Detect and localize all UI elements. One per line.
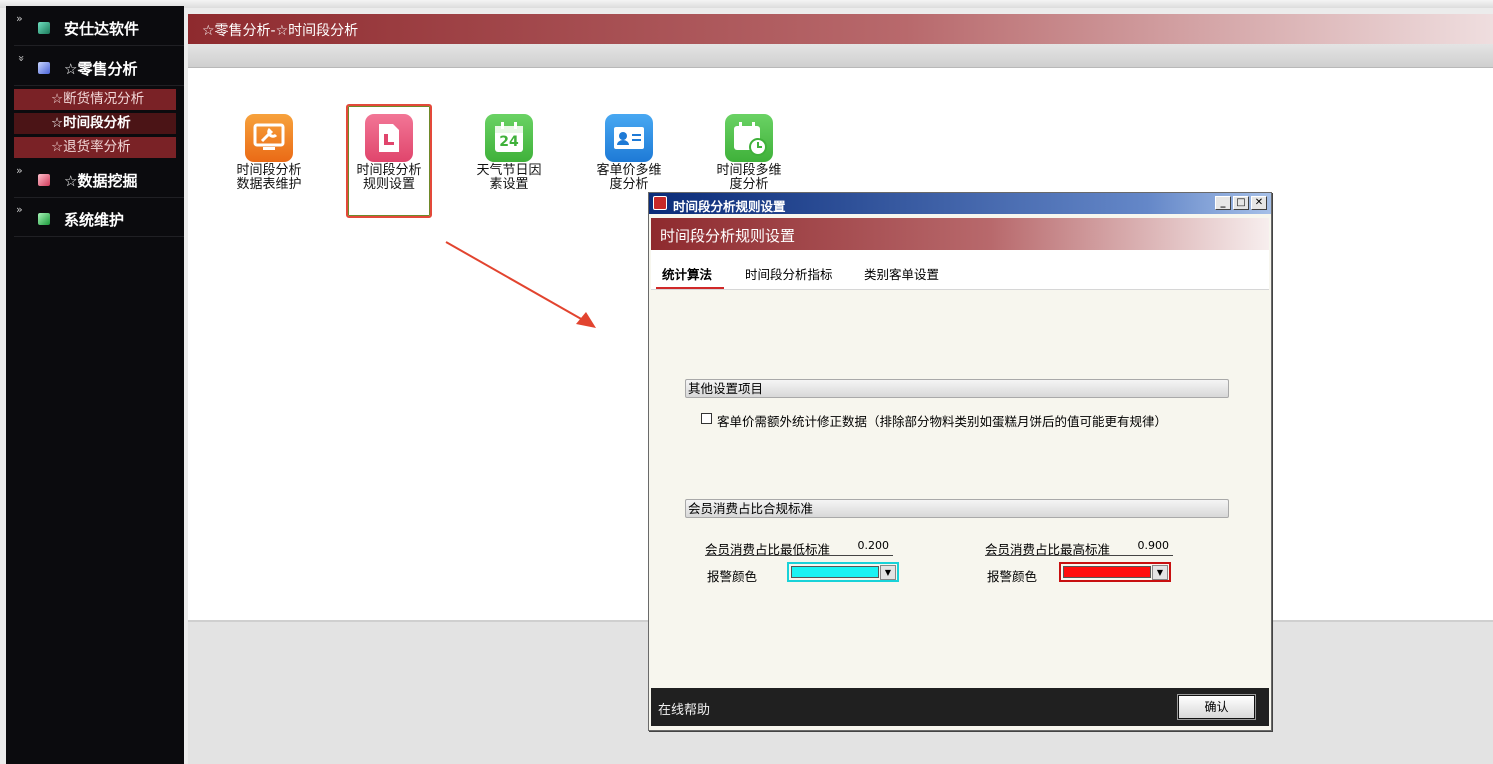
chevron-down-icon: » (14, 55, 28, 62)
launcher-weather-holiday-factors[interactable]: 24 天气节日因 素设置 (464, 114, 554, 192)
sidebar-item-data-mining[interactable]: » ☆数据挖掘 (14, 160, 184, 198)
chevron-icon: » (16, 203, 23, 216)
id-card-icon (605, 114, 653, 162)
launcher-caption: 素设置 (489, 177, 529, 192)
launcher-caption: 度分析 (729, 177, 769, 192)
launcher-unit-price-multidim[interactable]: 客单价多维 度分析 (584, 114, 674, 192)
top-strip (0, 0, 1493, 8)
sidebar-item-system-maintenance[interactable]: » 系统维护 (14, 199, 184, 237)
min-ratio-value[interactable]: 0.200 (849, 539, 890, 552)
chevron-down-icon[interactable]: ▼ (1152, 565, 1168, 580)
chevron-icon: » (16, 12, 23, 25)
app-logo-icon (653, 196, 667, 210)
toolbar-strip (188, 44, 1493, 68)
dialog-heading: 时间段分析规则设置 (660, 227, 796, 245)
sidebar-item-label: 系统维护 (64, 211, 125, 229)
module-icon (38, 213, 50, 225)
sidebar: » 安仕达软件 » ☆零售分析 ☆断货情况分析 ☆时间段分析 ☆退货率分析 » … (6, 6, 184, 764)
launcher-caption: 时间段多维 (716, 163, 782, 178)
close-button[interactable]: ✕ (1251, 196, 1267, 210)
correction-data-checkbox[interactable] (701, 413, 712, 424)
launcher-caption: 数据表维护 (236, 177, 302, 192)
launcher-caption: 客单价多维 (596, 163, 662, 178)
tab-category-unit-settings[interactable]: 类别客单设置 (864, 264, 939, 283)
max-ratio-underline (985, 555, 1173, 556)
launcher-caption: 时间段分析 (356, 163, 422, 178)
group-other-settings: 其他设置项目 (685, 379, 1229, 398)
dialog-titlebar[interactable]: 时间段分析规则设置 _ □ ✕ (649, 193, 1271, 214)
sidebar-subitem-stockout[interactable]: ☆断货情况分析 (14, 89, 176, 110)
chevron-down-icon[interactable]: ▼ (880, 565, 896, 580)
calendar-24-icon: 24 (485, 114, 533, 162)
launcher-caption: 规则设置 (362, 177, 415, 192)
max-ratio-value[interactable]: 0.900 (1129, 539, 1170, 552)
page-title: ☆零售分析-☆时间段分析 (202, 23, 359, 39)
alarm-color-select-high[interactable]: ▼ (1059, 562, 1171, 582)
dialog-window-title: 时间段分析规则设置 (673, 199, 786, 214)
correction-data-label: 客单价需额外统计修正数据（排除部分物料类别如蛋糕月饼后的值可能更有规律） (717, 414, 1168, 429)
launcher-caption: 度分析 (609, 177, 649, 192)
alarm-color-label: 报警颜色 (707, 569, 758, 584)
min-ratio-underline (705, 555, 893, 556)
sidebar-subitem-return-rate[interactable]: ☆退货率分析 (14, 137, 176, 158)
color-swatch (791, 566, 879, 578)
launcher-data-table-maintenance[interactable]: 时间段分析 数据表维护 (224, 114, 314, 192)
dialog-header: 时间段分析规则设置 (651, 218, 1269, 250)
alarm-color-label: 报警颜色 (987, 569, 1038, 584)
module-icon (38, 62, 50, 74)
calendar-clock-icon (725, 114, 773, 162)
launcher-time-period-multidim[interactable]: 时间段多维 度分析 (704, 114, 794, 192)
sidebar-item-anshida[interactable]: » 安仕达软件 (14, 8, 184, 46)
sidebar-item-label: 安仕达软件 (64, 20, 140, 38)
launcher-caption: 天气节日因 (476, 163, 542, 178)
alarm-color-select-low[interactable]: ▼ (787, 562, 899, 582)
chevron-icon: » (16, 164, 23, 177)
page-header: ☆零售分析-☆时间段分析 (188, 14, 1493, 44)
module-icon (38, 174, 50, 186)
calendar-day-number: 24 (499, 134, 519, 150)
online-help-link[interactable]: 在线帮助 (658, 699, 710, 718)
dialog-footer: 在线帮助 确认 (651, 688, 1269, 726)
active-tab-indicator (656, 287, 724, 289)
pointer-arrow-icon (445, 241, 596, 328)
tab-statistics-algorithm[interactable]: 统计算法 (662, 264, 712, 283)
color-swatch (1063, 566, 1151, 578)
launcher-caption: 时间段分析 (236, 163, 302, 178)
maximize-button[interactable]: □ (1233, 196, 1249, 210)
tab-bar: 统计算法 时间段分析指标 类别客单设置 (651, 250, 1269, 290)
group-member-ratio: 会员消费占比合规标准 (685, 499, 1229, 518)
confirm-button[interactable]: 确认 (1177, 694, 1256, 720)
document-icon (365, 114, 413, 162)
tab-time-period-indicators[interactable]: 时间段分析指标 (745, 264, 833, 283)
sidebar-item-retail-analysis[interactable]: » ☆零售分析 (14, 48, 184, 86)
minimize-button[interactable]: _ (1215, 196, 1231, 210)
sidebar-item-label: ☆数据挖掘 (64, 172, 138, 190)
sidebar-subitem-time-period[interactable]: ☆时间段分析 (14, 113, 176, 134)
launcher-rule-settings[interactable]: 时间段分析 规则设置 (344, 114, 434, 192)
module-icon (38, 22, 50, 34)
rule-settings-dialog: 时间段分析规则设置 _ □ ✕ 时间段分析规则设置 统计算法 时间段分析指标 类… (648, 192, 1272, 731)
monitor-wrench-icon (245, 114, 293, 162)
sidebar-item-label: ☆零售分析 (64, 60, 138, 78)
